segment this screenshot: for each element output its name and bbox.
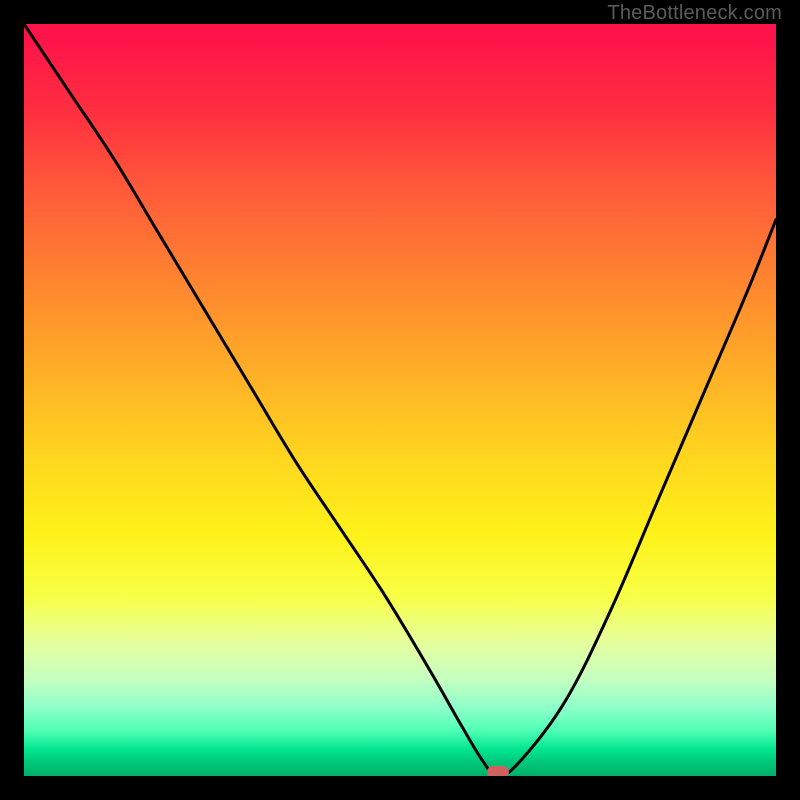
watermark-text: TheBottleneck.com: [607, 2, 782, 25]
plot-area: [24, 24, 776, 776]
chart-frame: TheBottleneck.com: [0, 0, 800, 800]
bottleneck-curve: [24, 24, 776, 776]
curve-path: [24, 24, 776, 776]
minimum-marker: [487, 766, 509, 776]
